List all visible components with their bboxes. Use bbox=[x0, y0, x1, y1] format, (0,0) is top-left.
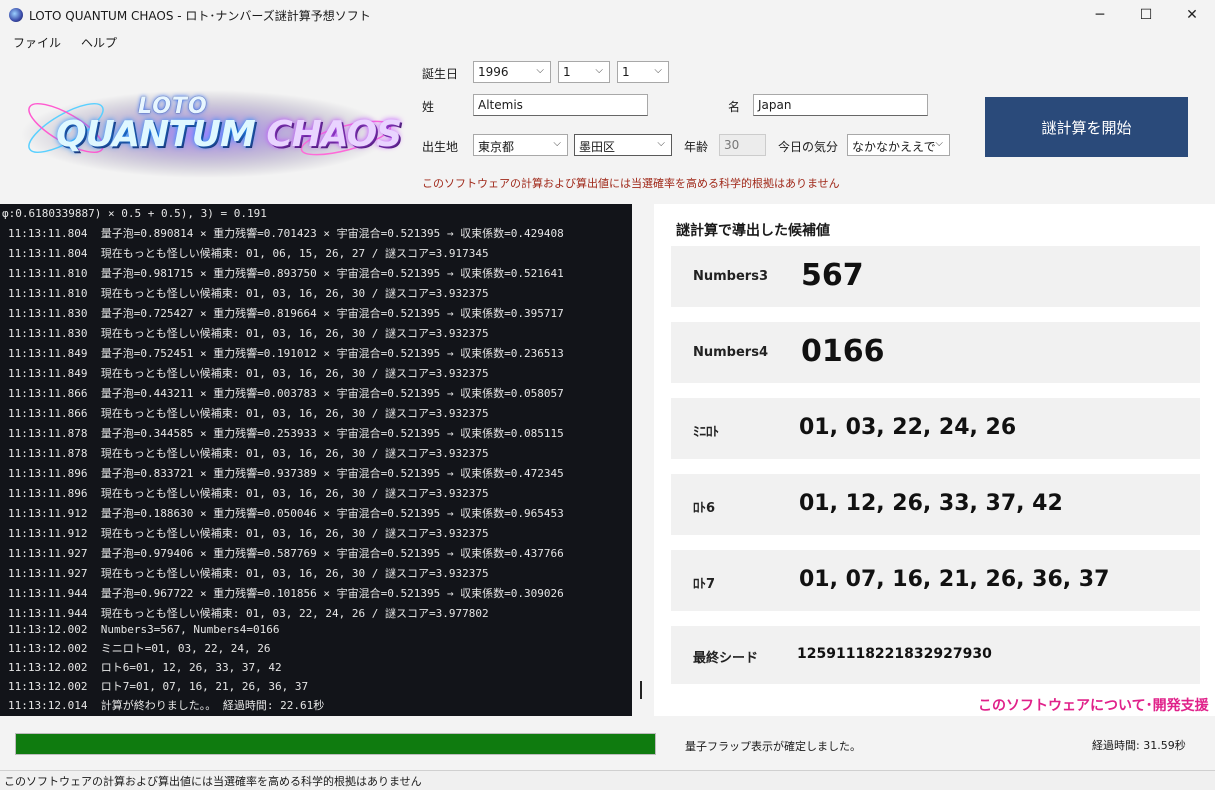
log-line: 11:13:11.849 現在もっとも怪しい候補束: 01, 03, 16, 2… bbox=[8, 367, 489, 380]
chevron-down-icon: ⌵ bbox=[536, 65, 544, 76]
age-field: 30 bbox=[719, 134, 766, 156]
progress-bar-fill bbox=[16, 734, 655, 754]
city-select[interactable]: 墨田区 ⌵ bbox=[574, 134, 672, 156]
birth-day-select[interactable]: 1 ⌵ bbox=[617, 61, 669, 83]
chevron-down-icon: ⌵ bbox=[595, 65, 603, 76]
result-card-seed: 最終シード 12591118221832927930 bbox=[671, 626, 1200, 684]
window-controls: ─ ☐ ✕ bbox=[1077, 0, 1215, 30]
loto6-label: ﾛﾄ6 bbox=[693, 501, 716, 516]
logo-quantum-text: QUANTUM bbox=[56, 114, 256, 155]
logo-main-text: QUANTUM CHAOS bbox=[56, 114, 402, 155]
log-line: 11:13:11.912 量子泡=0.188630 × 重力残響=0.05004… bbox=[8, 507, 564, 520]
progress-status: 量子フラップ表示が確定しました。 bbox=[685, 740, 861, 753]
disclaimer-text: このソフトウェアの計算および算出値には当選確率を高める科学的根拠はありません bbox=[422, 177, 840, 190]
log-line: 11:13:11.810 現在もっとも怪しい候補束: 01, 03, 16, 2… bbox=[8, 287, 489, 300]
prefecture-select[interactable]: 東京都 ⌵ bbox=[473, 134, 568, 156]
console-scrollbar[interactable] bbox=[640, 681, 642, 699]
log-line: 11:13:11.804 量子泡=0.890814 × 重力残響=0.70142… bbox=[8, 227, 564, 240]
log-line: 11:13:11.866 量子泡=0.443211 × 重力残響=0.00378… bbox=[8, 387, 564, 400]
surname-field[interactable]: Altemis bbox=[473, 94, 648, 116]
log-line: 11:13:11.849 量子泡=0.752451 × 重力残響=0.19101… bbox=[8, 347, 564, 360]
miniloto-label: ﾐﾆﾛﾄ bbox=[693, 425, 719, 440]
mood-select[interactable]: なかなかええで ⌵ bbox=[847, 134, 950, 156]
menu-help[interactable]: ヘルプ bbox=[74, 34, 124, 51]
prefecture-value: 東京都 bbox=[478, 140, 515, 154]
about-link[interactable]: このソフトウェアについて･開発支援 bbox=[978, 695, 1209, 715]
log-line: 11:13:11.810 量子泡=0.981715 × 重力残響=0.89375… bbox=[8, 267, 564, 280]
numbers3-label: Numbers3 bbox=[693, 269, 768, 284]
chevron-down-icon: ⌵ bbox=[935, 138, 943, 149]
log-line: 11:13:12.014 計算が終わりました。。 経過時間: 22.61秒 bbox=[8, 699, 325, 712]
birthday-label: 誕生日 bbox=[422, 67, 459, 81]
log-console[interactable]: φ:0.6180339887) × 0.5 + 0.5), 3) = 0.191… bbox=[0, 204, 632, 716]
log-line: 11:13:11.927 量子泡=0.979406 × 重力残響=0.58776… bbox=[8, 547, 564, 560]
log-line: 11:13:11.866 現在もっとも怪しい候補束: 01, 03, 16, 2… bbox=[8, 407, 489, 420]
birth-year-select[interactable]: 1996 ⌵ bbox=[473, 61, 551, 83]
loto6-value: 01, 12, 26, 33, 37, 42 bbox=[799, 491, 1063, 516]
log-line: 11:13:12.002 Numbers3=567, Numbers4=0166 bbox=[8, 623, 280, 636]
result-card-numbers4: Numbers4 0166 bbox=[671, 322, 1200, 383]
mood-value: なかなかええで bbox=[852, 140, 936, 154]
name-label: 名 bbox=[728, 100, 741, 114]
loto7-label: ﾛﾄ7 bbox=[693, 577, 716, 592]
log-line: 11:13:11.830 量子泡=0.725427 × 重力残響=0.81966… bbox=[8, 307, 564, 320]
birth-year-value: 1996 bbox=[478, 65, 509, 79]
log-line: 11:13:11.830 現在もっとも怪しい候補束: 01, 03, 16, 2… bbox=[8, 327, 489, 340]
numbers3-value: 567 bbox=[801, 258, 864, 293]
numbers4-value: 0166 bbox=[801, 334, 885, 369]
log-line: 11:13:11.896 現在もっとも怪しい候補束: 01, 03, 16, 2… bbox=[8, 487, 489, 500]
log-line: 11:13:11.944 現在もっとも怪しい候補束: 01, 03, 22, 2… bbox=[8, 607, 489, 620]
status-bar: このソフトウェアの計算および算出値には当選確率を高める科学的根拠はありません bbox=[0, 770, 1215, 790]
result-card-miniloto: ﾐﾆﾛﾄ 01, 03, 22, 24, 26 bbox=[671, 398, 1200, 459]
birth-day-value: 1 bbox=[622, 65, 630, 79]
maximize-button[interactable]: ☐ bbox=[1123, 0, 1169, 30]
birth-month-select[interactable]: 1 ⌵ bbox=[558, 61, 610, 83]
birth-month-value: 1 bbox=[563, 65, 571, 79]
elapsed-time: 経過時間: 31.59秒 bbox=[1092, 739, 1186, 752]
chevron-down-icon: ⌵ bbox=[654, 65, 662, 76]
city-value: 墨田区 bbox=[579, 140, 616, 154]
age-label: 年齢 bbox=[684, 140, 709, 154]
window-title: LOTO QUANTUM CHAOS - ロト･ナンバーズ謎計算予想ソフト bbox=[29, 8, 371, 23]
result-card-numbers3: Numbers3 567 bbox=[671, 246, 1200, 307]
minimize-button[interactable]: ─ bbox=[1077, 0, 1123, 30]
logo-chaos-text: CHAOS bbox=[266, 114, 402, 155]
chevron-down-icon: ⌵ bbox=[553, 138, 561, 149]
log-line: 11:13:12.002 ロト7=01, 07, 16, 21, 26, 36,… bbox=[8, 680, 309, 693]
loto7-value: 01, 07, 16, 21, 26, 36, 37 bbox=[799, 567, 1110, 592]
name-field[interactable]: Japan bbox=[753, 94, 928, 116]
miniloto-value: 01, 03, 22, 24, 26 bbox=[799, 415, 1017, 440]
numbers4-label: Numbers4 bbox=[693, 345, 768, 360]
log-line: 11:13:11.944 量子泡=0.967722 × 重力残響=0.10185… bbox=[8, 587, 564, 600]
title-bar: LOTO QUANTUM CHAOS - ロト･ナンバーズ謎計算予想ソフト ─ … bbox=[0, 0, 1215, 30]
log-line: 11:13:11.927 現在もっとも怪しい候補束: 01, 03, 16, 2… bbox=[8, 567, 489, 580]
log-line: 11:13:11.878 現在もっとも怪しい候補束: 01, 03, 16, 2… bbox=[8, 447, 489, 460]
result-card-loto6: ﾛﾄ6 01, 12, 26, 33, 37, 42 bbox=[671, 474, 1200, 535]
seed-value: 12591118221832927930 bbox=[797, 646, 992, 662]
log-line: φ:0.6180339887) × 0.5 + 0.5), 3) = 0.191 bbox=[2, 207, 267, 220]
log-line: 11:13:11.912 現在もっとも怪しい候補束: 01, 03, 16, 2… bbox=[8, 527, 489, 540]
input-header: LOTO QUANTUM CHAOS 誕生日 1996 ⌵ 1 ⌵ 1 ⌵ 姓 Alt… bbox=[0, 54, 1215, 204]
app-icon bbox=[9, 8, 23, 22]
log-line: 11:13:12.002 ロト6=01, 12, 26, 33, 37, 42 bbox=[8, 661, 282, 674]
results-title: 謎計算で導出した候補値 bbox=[676, 223, 830, 239]
log-line: 11:13:11.878 量子泡=0.344585 × 重力残響=0.25393… bbox=[8, 427, 564, 440]
app-logo: LOTO QUANTUM CHAOS bbox=[16, 88, 402, 180]
log-line: 11:13:11.804 現在もっとも怪しい候補束: 01, 06, 15, 2… bbox=[8, 247, 489, 260]
chevron-down-icon: ⌵ bbox=[657, 138, 665, 149]
birthplace-label: 出生地 bbox=[422, 140, 459, 154]
menu-bar: ファイル ヘルプ bbox=[0, 30, 1215, 54]
close-button[interactable]: ✕ bbox=[1169, 0, 1215, 30]
seed-label: 最終シード bbox=[693, 651, 759, 666]
mood-label: 今日の気分 bbox=[778, 140, 839, 154]
log-line: 11:13:12.002 ミニロト=01, 03, 22, 24, 26 bbox=[8, 642, 271, 655]
surname-label: 姓 bbox=[422, 100, 435, 114]
start-calculation-button[interactable]: 謎計算を開始 bbox=[985, 97, 1188, 157]
menu-file[interactable]: ファイル bbox=[6, 34, 68, 51]
log-line: 11:13:11.896 量子泡=0.833721 × 重力残響=0.93738… bbox=[8, 467, 564, 480]
result-card-loto7: ﾛﾄ7 01, 07, 16, 21, 26, 36, 37 bbox=[671, 550, 1200, 611]
